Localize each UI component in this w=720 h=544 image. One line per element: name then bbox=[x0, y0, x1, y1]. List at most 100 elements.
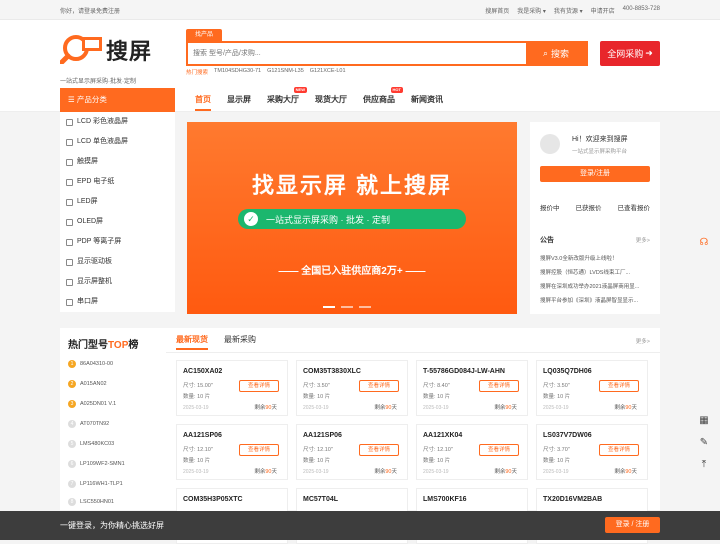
category-item[interactable]: EPD 电子纸 bbox=[60, 172, 175, 192]
nav-item-supply[interactable]: 供应商品 HOT bbox=[363, 87, 403, 105]
back-to-top-icon[interactable]: ⤒ bbox=[697, 458, 711, 472]
product-qty: 数量: 10 片 bbox=[303, 394, 331, 400]
hot-model-item[interactable]: 8 LSC550HN01 bbox=[68, 498, 114, 506]
remaining-days: 剩余90天 bbox=[614, 405, 637, 411]
nav-item-stock-hall[interactable]: 现货大厅 bbox=[315, 94, 347, 105]
nav-item-display[interactable]: 显示屏 bbox=[227, 94, 251, 105]
category-item[interactable]: OLED屏 bbox=[60, 212, 175, 232]
bottom-login-button[interactable]: 登录 / 注册 bbox=[605, 517, 660, 533]
hot-model-item[interactable]: 2 A015AN02 bbox=[68, 380, 107, 388]
quoting-link[interactable]: 报价中 bbox=[540, 202, 560, 212]
category-item[interactable]: LCD 彩色液晶屏 bbox=[60, 112, 175, 132]
view-detail-button[interactable]: 查看详情 bbox=[359, 444, 399, 456]
monitor-icon bbox=[66, 118, 73, 126]
product-card[interactable]: LS037V7DW06 尺寸: 3.70" 数量: 10 片 查看详情 2025-03-… bbox=[536, 424, 648, 480]
category-item[interactable]: PDP 等离子屏 bbox=[60, 232, 175, 252]
product-size: 尺寸: 12.10" bbox=[183, 447, 213, 453]
hot-model-item[interactable]: 3 A025DN01 V.1 bbox=[68, 400, 116, 408]
product-card[interactable]: AA121SP06 尺寸: 12.10" 数量: 10 片 查看详情 2025-03-1… bbox=[176, 424, 288, 480]
tab-latest-stock[interactable]: 最新现货 bbox=[176, 334, 208, 350]
category-item[interactable]: 串口屏 bbox=[60, 292, 175, 312]
product-card[interactable]: LQ035Q7DH06 尺寸: 3.50" 数量: 10 片 查看详情 2025-03-… bbox=[536, 360, 648, 416]
nav-item-news[interactable]: 新闻资讯 bbox=[411, 94, 443, 105]
hot-word[interactable]: G121SNM-L35 bbox=[267, 68, 304, 76]
nav-item-purchase-hall[interactable]: 采购大厅 NEW bbox=[267, 87, 307, 105]
hot-model-item[interactable]: 7 LP116WH1-TLP1 bbox=[68, 480, 123, 488]
all-purchase-button[interactable]: 全网采购 ➜ bbox=[600, 41, 660, 66]
listing-more-link[interactable]: 更多> bbox=[636, 337, 650, 345]
category-item[interactable]: 触摸屏 bbox=[60, 152, 175, 172]
site-logo[interactable]: 搜屏 一站式显示屏采购·批发·定制 bbox=[60, 32, 180, 85]
category-item[interactable]: LCD 单色液晶屏 bbox=[60, 132, 175, 152]
product-model: AA121XK04 bbox=[423, 432, 463, 439]
search-tab-product[interactable]: 找产品 bbox=[186, 29, 222, 41]
category-sidebar: LCD 彩色液晶屏 LCD 单色液晶屏 触摸屏 EPD 电子纸 LED屏 OLE… bbox=[60, 112, 175, 312]
hero-banner[interactable]: 找显示屏 就上搜屏 ✓ 一站式显示屏采购 · 批发 · 定制 —— 全国已入驻供… bbox=[187, 122, 517, 314]
product-card[interactable]: T-55786GD084J-LW-AHN 尺寸: 8.40" 数量: 10 片 查看详… bbox=[416, 360, 528, 416]
oled-icon bbox=[66, 218, 73, 226]
hot-word[interactable]: G121XCE-L01 bbox=[310, 68, 346, 76]
product-qty: 数量: 10 片 bbox=[423, 394, 451, 400]
search-input[interactable] bbox=[188, 43, 528, 64]
viewed-quote-link[interactable]: 已查看报价 bbox=[618, 202, 651, 212]
view-detail-button[interactable]: 查看详情 bbox=[479, 444, 519, 456]
banner-pill-text: 一站式显示屏采购 · 批发 · 定制 bbox=[266, 214, 390, 225]
product-size: 尺寸: 3.50" bbox=[303, 383, 330, 389]
notice-item[interactable]: 搜屏控股（恒芯通）LVDS线束工厂... bbox=[540, 268, 650, 276]
top-link-open-store[interactable]: 申请开店 bbox=[591, 6, 615, 15]
hot-model-item[interactable]: 5 LMS480KC03 bbox=[68, 440, 114, 448]
monitor-icon bbox=[66, 278, 73, 286]
product-size: 尺寸: 3.50" bbox=[543, 383, 570, 389]
product-card[interactable]: AA121XK04 尺寸: 12.10" 数量: 10 片 查看详情 2025-03-1… bbox=[416, 424, 528, 480]
qrcode-icon[interactable]: ▦ bbox=[697, 414, 711, 428]
notice-item[interactable]: 搜屏平台参加《深圳》液晶屏智显显示... bbox=[540, 296, 650, 304]
quoted-link[interactable]: 已获报价 bbox=[576, 202, 602, 212]
hot-model-item[interactable]: 6 LP109WF2-SMN1 bbox=[68, 460, 125, 468]
login-register-button[interactable]: 登录/注册 bbox=[540, 166, 650, 182]
category-title: 产品分类 bbox=[76, 95, 107, 104]
top-link-home[interactable]: 搜屏首页 bbox=[485, 6, 509, 15]
hot-model-item[interactable]: 1 86A04310-00 bbox=[68, 360, 113, 368]
category-item[interactable]: LED屏 bbox=[60, 192, 175, 212]
category-item[interactable]: 显示驱动板 bbox=[60, 252, 175, 272]
notice-item[interactable]: 搜屏V3.0全新改版升级上线啦！ bbox=[540, 254, 650, 262]
product-date: 2025-03-19 bbox=[303, 405, 329, 411]
view-detail-button[interactable]: 查看详情 bbox=[359, 380, 399, 392]
product-model: LS037V7DW06 bbox=[543, 432, 592, 439]
notice-more-link[interactable]: 更多> bbox=[636, 236, 650, 244]
view-detail-button[interactable]: 查看详情 bbox=[239, 444, 279, 456]
hot-models-title: 热门型号TOP榜 bbox=[68, 340, 139, 351]
login-greeting[interactable]: 你好，请登录免费注册 bbox=[60, 6, 120, 15]
product-size: 尺寸: 12.10" bbox=[303, 447, 333, 453]
header: 搜屏 一站式显示屏采购·批发·定制 找产品 ⌕ 搜索 热门搜索 TM104SDH… bbox=[0, 20, 720, 86]
product-card[interactable]: COM35T3830XLC 尺寸: 3.50" 数量: 10 片 查看详情 2025-0… bbox=[296, 360, 408, 416]
hot-search-label: 热门搜索 bbox=[186, 70, 209, 76]
remaining-days: 剩余90天 bbox=[614, 469, 637, 475]
product-date: 2025-03-19 bbox=[543, 405, 569, 411]
top-bar: 你好，请登录免费注册 搜屏首页 我是采购 ▾ 我有货源 ▾ 申请开店 400-8… bbox=[0, 0, 720, 20]
notice-item[interactable]: 搜屏在深圳成功举办2021液晶屏商用显... bbox=[540, 282, 650, 290]
remaining-days: 剩余90天 bbox=[494, 469, 517, 475]
category-item[interactable]: 显示屏整机 bbox=[60, 272, 175, 292]
remaining-days: 剩余90天 bbox=[254, 469, 277, 475]
nav-item-home[interactable]: 首页 bbox=[195, 94, 211, 111]
product-card[interactable]: AA121SP06 尺寸: 12.10" 数量: 10 片 查看详情 2025-03-1… bbox=[296, 424, 408, 480]
carousel-dots[interactable] bbox=[323, 306, 371, 308]
view-detail-button[interactable]: 查看详情 bbox=[599, 380, 639, 392]
category-header[interactable]: ☰ 产品分类 bbox=[60, 88, 175, 112]
top-link-supplier[interactable]: 我有货源 ▾ bbox=[554, 6, 583, 15]
search-button[interactable]: ⌕ 搜索 bbox=[526, 43, 586, 64]
view-detail-button[interactable]: 查看详情 bbox=[599, 444, 639, 456]
product-card[interactable]: AC150XA02 尺寸: 15.00" 数量: 10 片 查看详情 2025-03-1… bbox=[176, 360, 288, 416]
hot-model-item[interactable]: 4 AT070TN92 bbox=[68, 420, 109, 428]
edit-icon[interactable]: ✎ bbox=[697, 436, 711, 450]
top-link-buyer[interactable]: 我是采购 ▾ bbox=[517, 6, 546, 15]
tab-latest-purchase[interactable]: 最新采购 bbox=[224, 334, 256, 350]
top-phone: 400-8853-728 bbox=[622, 6, 660, 12]
menu-icon: ☰ bbox=[68, 95, 75, 104]
hot-word[interactable]: TM104SDHG30-71 bbox=[214, 68, 261, 76]
view-detail-button[interactable]: 查看详情 bbox=[239, 380, 279, 392]
headset-icon[interactable]: ☊ bbox=[697, 236, 711, 250]
view-detail-button[interactable]: 查看详情 bbox=[479, 380, 519, 392]
product-qty: 数量: 10 片 bbox=[423, 458, 451, 464]
